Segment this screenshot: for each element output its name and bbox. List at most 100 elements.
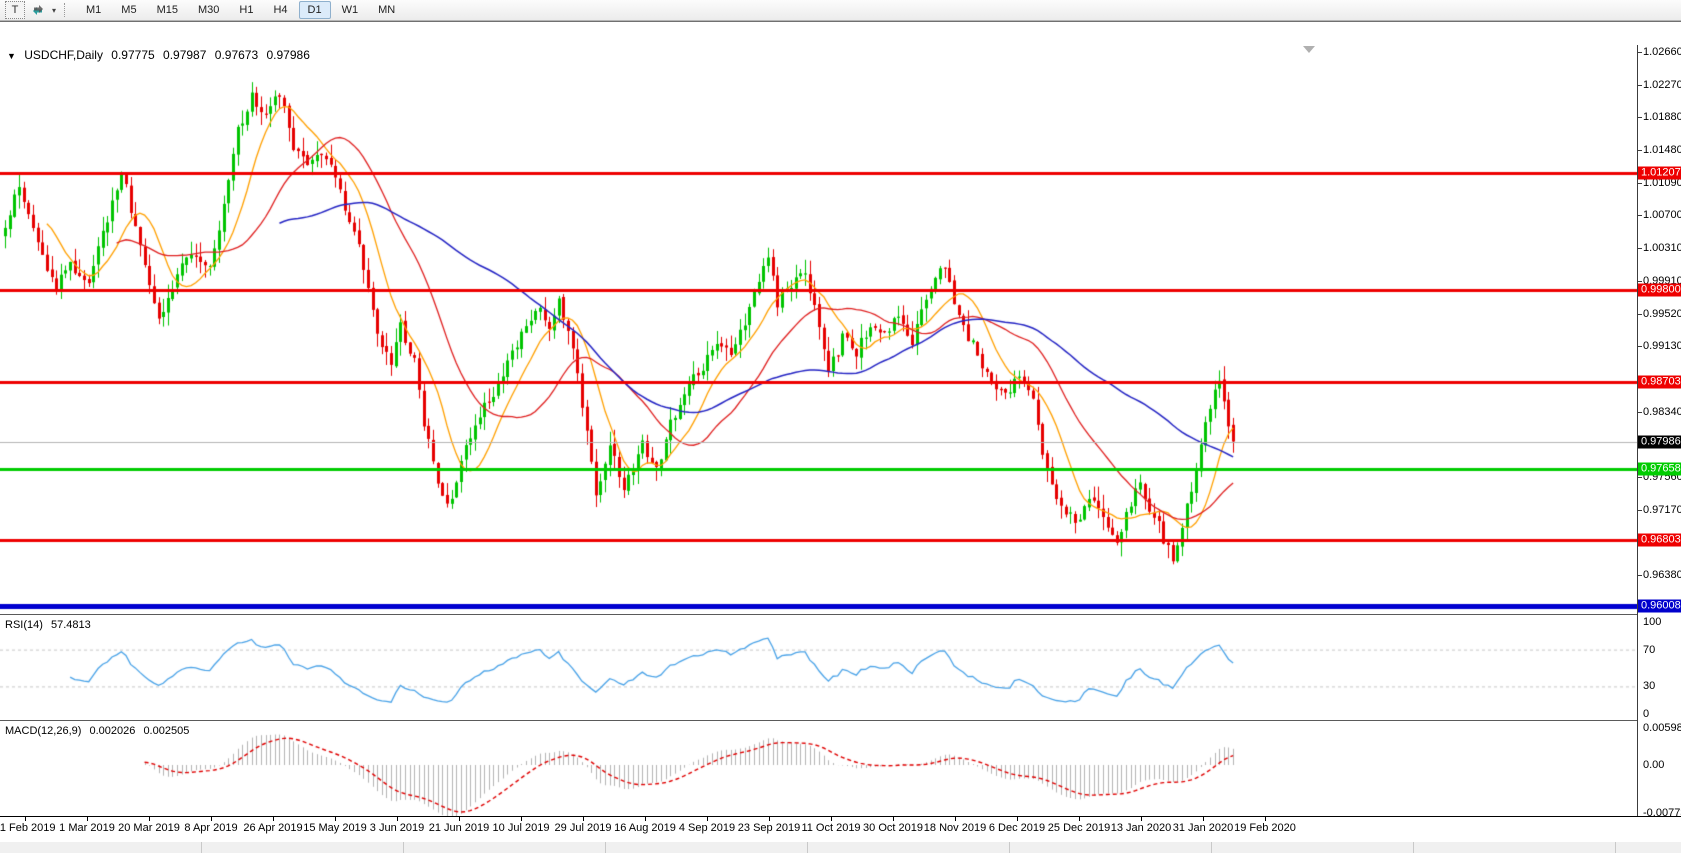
- date-tick-label: 21 Jun 2019: [428, 822, 490, 834]
- chart-window: ▼ USDCHF,Daily 0.97775 0.97987 0.97673 0…: [0, 21, 1681, 853]
- status-bar: [0, 841, 1681, 853]
- date-tick-mark: [273, 817, 274, 821]
- top-toolbar: T ▾ M1 M5 M15 M30 H1 H4 D1 W1 MN: [0, 0, 1681, 21]
- price-tick-mark: [1638, 182, 1642, 184]
- date-tick-mark: [1079, 817, 1080, 821]
- text-tool-icon: T: [11, 4, 19, 16]
- rsi-indicator-canvas[interactable]: [0, 615, 1637, 720]
- chart-shift-marker-icon[interactable]: [1303, 46, 1315, 53]
- rsi-name: RSI(14): [5, 619, 43, 631]
- timeframe-buttons: M1 M5 M15 M30 H1 H4 D1 W1 MN: [77, 1, 404, 19]
- date-tick-label: 20 Mar 2019: [118, 822, 180, 834]
- date-tick-label: 23 Sep 2019: [737, 822, 801, 834]
- date-tick-label: 26 Apr 2019: [243, 822, 303, 834]
- date-tick-label: 3 Jun 2019: [369, 822, 425, 834]
- text-tool-button[interactable]: T: [5, 1, 25, 19]
- date-tick-label: 6 Dec 2019: [988, 822, 1046, 834]
- price-tick-mark: [1638, 281, 1642, 283]
- macd-signal-value: 0.002505: [143, 725, 190, 737]
- date-tick-mark: [211, 817, 212, 821]
- price-tick-mark: [1638, 575, 1642, 577]
- price-line-badge: 0.98703: [1638, 375, 1681, 389]
- price-tick-label: 1.01880: [1643, 111, 1681, 123]
- rsi-scale-label: 0: [1643, 708, 1650, 720]
- price-tick-label: 1.02270: [1643, 78, 1681, 91]
- price-line-badge: 0.99800: [1638, 283, 1681, 297]
- date-tick-label: 8 Apr 2019: [184, 822, 238, 834]
- price-tick-mark: [1638, 346, 1642, 348]
- macd-main-value: 0.002026: [89, 725, 136, 737]
- price-axis[interactable]: 1.02660 1.02270 1.01880 1.01480 1.01090 1.007…: [1637, 45, 1681, 819]
- arrows-dropdown-caret[interactable]: ▾: [52, 6, 56, 15]
- date-tick-mark: [149, 817, 150, 821]
- date-tick-label: 10 Jul 2019: [492, 822, 550, 834]
- price-tick-mark: [1638, 313, 1642, 315]
- rsi-value: 57.4813: [50, 619, 91, 631]
- timeframe-button-H1[interactable]: H1: [230, 1, 262, 19]
- ohlc-high: 0.97987: [163, 48, 207, 62]
- date-tick-label: 1 Mar 2019: [59, 822, 115, 834]
- date-tick-label: 15 May 2019: [303, 822, 367, 834]
- rsi-label: RSI(14) 57.4813: [5, 619, 96, 631]
- date-tick-mark: [831, 817, 832, 821]
- price-tick-mark: [1638, 52, 1642, 53]
- date-tick-label: 18 Nov 2019: [923, 822, 987, 834]
- date-tick-mark: [397, 817, 398, 821]
- arrows-tool-button[interactable]: [29, 2, 47, 18]
- timeframe-button-W1[interactable]: W1: [333, 1, 368, 19]
- macd-scale-label: 0.00: [1643, 759, 1665, 771]
- date-tick-mark: [521, 817, 522, 821]
- price-tick-label: 0.99520: [1643, 307, 1681, 320]
- date-tick-label: 31 Jan 2020: [1172, 822, 1234, 834]
- price-tick-mark: [1638, 477, 1642, 478]
- price-tick-label: 0.96380: [1643, 569, 1681, 582]
- price-tick-label: 0.98340: [1643, 406, 1681, 418]
- timeframe-button-M30[interactable]: M30: [189, 1, 228, 19]
- price-tick-label: 0.99130: [1643, 340, 1681, 353]
- date-tick-mark: [955, 817, 956, 821]
- date-tick-mark: [1265, 817, 1266, 821]
- price-tick-label: 1.01480: [1643, 144, 1681, 157]
- toolbar-separator: [64, 3, 71, 17]
- chart-symbol: USDCHF,Daily: [24, 48, 103, 62]
- date-tick-mark: [1203, 817, 1204, 821]
- timeframe-button-M1[interactable]: M1: [77, 1, 110, 19]
- pane-separator[interactable]: [0, 614, 1681, 615]
- timeframe-button-M15[interactable]: M15: [148, 1, 187, 19]
- macd-name: MACD(12,26,9): [5, 725, 82, 737]
- pane-separator[interactable]: [0, 720, 1681, 721]
- date-tick-mark: [25, 817, 26, 821]
- date-tick-label: 30 Oct 2019: [863, 822, 923, 834]
- date-tick-label: 25 Dec 2019: [1047, 822, 1111, 834]
- macd-scale-label: 0.005986: [1643, 722, 1681, 734]
- ohlc-open: 0.97775: [111, 48, 155, 62]
- timeframe-button-M5[interactable]: M5: [112, 1, 145, 19]
- chart-expander-icon[interactable]: ▼: [7, 51, 16, 61]
- price-line-badge: 0.96008: [1638, 599, 1681, 613]
- date-tick-mark: [1017, 817, 1018, 821]
- price-line-badge: 0.97658: [1638, 462, 1681, 476]
- price-chart-canvas[interactable]: [0, 45, 1637, 614]
- price-tick-mark: [1638, 412, 1642, 413]
- date-tick-label: 13 Jan 2020: [1110, 822, 1172, 834]
- timeframe-button-H4[interactable]: H4: [264, 1, 296, 19]
- ohlc-close: 0.97986: [266, 48, 310, 62]
- date-tick-mark: [459, 817, 460, 821]
- timeframe-button-D1[interactable]: D1: [298, 1, 331, 19]
- chart-title: ▼ USDCHF,Daily 0.97775 0.97987 0.97673 0…: [7, 48, 319, 62]
- date-tick-label: 19 Feb 2020: [1234, 822, 1296, 834]
- macd-indicator-canvas[interactable]: [0, 721, 1637, 816]
- timeframe-button-MN[interactable]: MN: [369, 1, 404, 19]
- arrows-tool-icon: [33, 5, 43, 15]
- macd-label: MACD(12,26,9) 0.002026 0.002505: [5, 725, 194, 737]
- price-tick-mark: [1638, 215, 1642, 217]
- price-tick-mark: [1638, 247, 1642, 249]
- date-tick-label: 11 Oct 2019: [801, 822, 861, 834]
- price-tick-label: 1.00700: [1643, 209, 1681, 222]
- date-tick-mark: [893, 817, 894, 821]
- price-tick-mark: [1638, 509, 1642, 511]
- date-tick-label: 4 Sep 2019: [678, 822, 736, 834]
- date-axis[interactable]: 11 Feb 2019 1 Mar 2019 20 Mar 2019 8 Apr 20…: [0, 816, 1681, 842]
- price-tick-mark: [1638, 150, 1642, 152]
- price-tick-mark: [1638, 117, 1642, 118]
